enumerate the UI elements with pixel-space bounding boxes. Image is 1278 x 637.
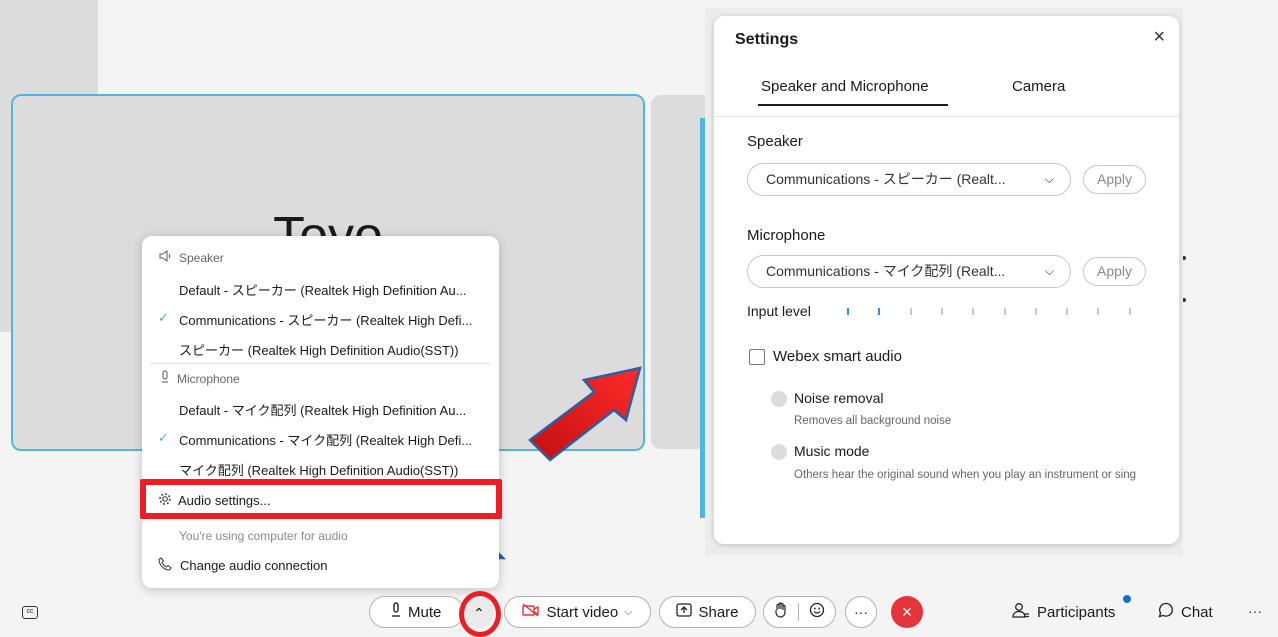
input-level-tick	[1066, 308, 1068, 315]
start-video-button[interactable]: Start video ⌵	[504, 596, 651, 628]
speaker-select[interactable]: Communications - スピーカー (Realt... ⌵	[747, 163, 1071, 196]
close-icon: ×	[901, 601, 913, 622]
annotation-arrow-diagonal	[528, 366, 642, 462]
captions-icon[interactable]: cc	[22, 606, 38, 619]
divider	[798, 603, 799, 621]
smart-audio-label: Webex smart audio	[773, 348, 902, 365]
tab-speaker-and-microphone[interactable]: Speaker and Microphone	[761, 78, 929, 95]
participants-label: Participants	[1037, 603, 1116, 621]
input-level-tick	[972, 308, 974, 315]
start-video-label: Start video	[546, 603, 619, 621]
share-label: Share	[698, 603, 739, 621]
divider	[150, 363, 491, 364]
tab-camera[interactable]: Camera	[1012, 78, 1065, 95]
settings-title: Settings	[735, 31, 799, 48]
notification-dot	[1123, 595, 1131, 603]
music-mode-label: Music mode	[794, 443, 870, 459]
active-tab-indicator	[758, 104, 948, 106]
chevron-down-icon: ⌵	[1044, 264, 1054, 278]
input-level-tick	[1097, 308, 1099, 315]
speaker-option-default[interactable]: Default - スピーカー (Realtek High Definition…	[179, 280, 467, 299]
phone-icon	[158, 557, 172, 574]
participants-icon	[1012, 602, 1030, 622]
tabs-divider	[714, 116, 1179, 117]
share-icon	[676, 603, 693, 621]
change-audio-connection-label: Change audio connection	[180, 558, 328, 573]
noise-removal-label: Noise removal	[794, 390, 884, 406]
annotation-circle	[459, 591, 501, 637]
video-off-icon	[522, 603, 540, 621]
microphone-section-heading: Microphone	[159, 370, 240, 387]
audio-status-text: You're using computer for audio	[179, 529, 348, 543]
check-icon: ✓	[158, 310, 169, 325]
mute-label: Mute	[408, 603, 442, 621]
participants-button[interactable]: Participants	[1012, 602, 1115, 622]
microphone-select-value: Communications - マイク配列 (Realt...	[766, 263, 1006, 279]
microphone-label: Microphone	[747, 227, 826, 244]
music-mode-radio[interactable]	[771, 444, 787, 460]
input-level-label: Input level	[747, 303, 811, 319]
chat-icon	[1158, 602, 1174, 622]
speaker-section-heading: Speaker	[159, 250, 224, 265]
music-mode-desc: Others hear the original sound when you …	[794, 469, 1137, 481]
microphone-icon	[159, 370, 171, 387]
chevron-down-icon: ⌵	[1044, 172, 1054, 186]
raise-hand-icon[interactable]	[774, 602, 788, 622]
emoji-reaction-icon[interactable]	[809, 602, 825, 622]
speaker-option-sst[interactable]: スピーカー (Realtek High Definition Audio(SST…	[179, 340, 459, 359]
chevron-down-icon: ⌵	[624, 605, 633, 618]
share-button[interactable]: Share	[659, 596, 756, 628]
input-level-tick	[910, 308, 912, 315]
ellipsis-icon[interactable]: ···	[1248, 603, 1262, 619]
chat-label: Chat	[1181, 603, 1213, 621]
input-level-tick	[1129, 308, 1131, 315]
ellipsis-icon: ···	[854, 604, 868, 620]
more-options-button[interactable]: ···	[845, 596, 877, 628]
noise-removal-desc: Removes all background noise	[794, 415, 952, 427]
microphone-icon	[390, 602, 402, 622]
input-level-tick	[1004, 308, 1006, 315]
smart-audio-checkbox[interactable]	[749, 349, 765, 365]
microphone-option-communications[interactable]: Communications - マイク配列 (Realtek High Def…	[179, 430, 472, 449]
input-level-tick	[1035, 308, 1037, 315]
mute-button[interactable]: Mute	[369, 596, 464, 628]
chat-button[interactable]: Chat	[1158, 602, 1213, 622]
input-level-tick	[878, 308, 880, 315]
settings-dialog: Settings × Speaker and Microphone Camera…	[714, 16, 1179, 544]
speaker-label: Speaker	[747, 133, 803, 150]
change-audio-connection-item[interactable]: Change audio connection	[158, 557, 327, 574]
input-level-tick	[941, 308, 943, 315]
microphone-apply-button[interactable]: Apply	[1083, 257, 1146, 286]
microphone-option-default[interactable]: Default - マイク配列 (Realtek High Definition…	[179, 400, 466, 419]
close-icon[interactable]: ×	[1153, 26, 1165, 49]
audio-dropdown-menu: Speaker Default - スピーカー (Realtek High De…	[142, 236, 499, 588]
microphone-option-sst[interactable]: マイク配列 (Realtek High Definition Audio(SST…	[179, 460, 458, 479]
check-icon: ✓	[158, 430, 169, 445]
input-level-tick	[847, 308, 849, 315]
speaker-select-value: Communications - スピーカー (Realt...	[766, 171, 1006, 187]
annotation-highlight-box	[140, 479, 502, 519]
leave-meeting-button[interactable]: ×	[891, 596, 923, 628]
speaker-apply-button[interactable]: Apply	[1083, 165, 1146, 194]
microphone-select[interactable]: Communications - マイク配列 (Realt... ⌵	[747, 255, 1071, 288]
speaker-option-communications[interactable]: Communications - スピーカー (Realtek High Def…	[179, 310, 472, 329]
noise-removal-radio[interactable]	[771, 391, 787, 407]
speaker-icon	[159, 250, 173, 265]
reactions-group	[763, 596, 836, 628]
